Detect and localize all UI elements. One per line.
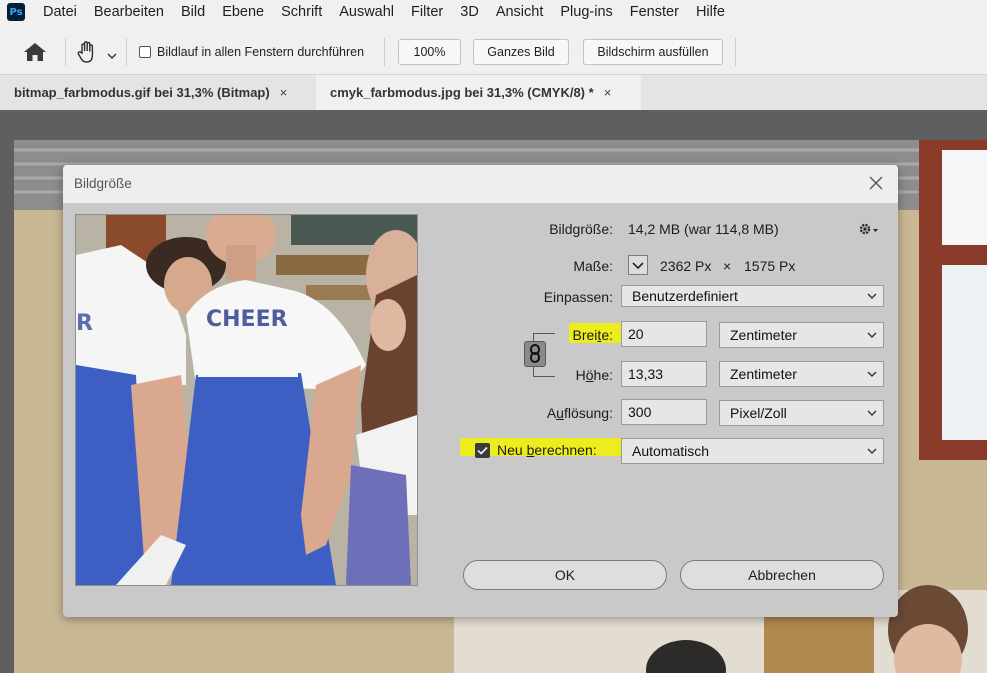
height-input[interactable]: 13,33 — [621, 361, 707, 387]
resample-label: Neu berechnen: — [497, 442, 597, 458]
resolution-label: Auflösung: — [546, 405, 613, 421]
close-icon[interactable] — [866, 173, 886, 193]
chevron-down-icon — [867, 293, 877, 299]
image-size-label: Bildgröße: — [549, 221, 613, 237]
separator — [126, 38, 127, 66]
dialog-title-bar: Bildgröße — [63, 165, 898, 203]
menu-ebene[interactable]: Ebene — [214, 0, 273, 24]
checkmark-icon — [477, 446, 488, 455]
chevron-down-icon — [867, 371, 877, 377]
width-input[interactable]: 20 — [621, 321, 707, 347]
chevron-down-icon[interactable] — [107, 47, 117, 59]
menu-fenster[interactable]: Fenster — [622, 0, 688, 24]
menu-ansicht[interactable]: Ansicht — [488, 0, 553, 24]
resolution-input[interactable]: 300 — [621, 399, 707, 425]
checkbox-box[interactable] — [139, 46, 151, 58]
dialog-title: Bildgröße — [74, 176, 132, 191]
hand-tool-icon[interactable] — [74, 39, 100, 65]
tab-label: bitmap_farbmodus.gif bei 31,3% (Bitmap) — [14, 85, 270, 100]
zoom-100-button[interactable]: 100% — [398, 39, 461, 65]
height-label: Höhe: — [575, 367, 613, 383]
menu-auswahl[interactable]: Auswahl — [331, 0, 403, 24]
dimensions-width: 2362 Px — [660, 258, 712, 274]
dimensions-dropdown[interactable] — [628, 255, 648, 275]
menu-datei[interactable]: Datei — [35, 0, 86, 24]
menu-schrift[interactable]: Schrift — [273, 0, 331, 24]
width-unit-value: Zentimeter — [730, 327, 797, 343]
dimensions-height: 1575 Px — [744, 258, 796, 274]
tab-label: cmyk_farbmodus.jpg bei 31,3% (CMYK/8) * — [330, 85, 594, 100]
tab-cmyk-farbmodus[interactable]: cmyk_farbmodus.jpg bei 31,3% (CMYK/8) * … — [316, 75, 641, 110]
ok-button[interactable]: OK — [463, 560, 667, 590]
document-tab-bar: bitmap_farbmodus.gif bei 31,3% (Bitmap) … — [0, 75, 987, 110]
separator — [735, 38, 736, 66]
resolution-unit-value: Pixel/Zoll — [730, 405, 787, 421]
close-icon[interactable]: × — [604, 85, 612, 100]
dimensions-times: × — [723, 258, 732, 274]
chevron-down-icon — [867, 448, 877, 454]
home-icon[interactable] — [22, 41, 48, 63]
resolution-unit-select[interactable]: Pixel/Zoll — [719, 400, 884, 426]
menu-3d[interactable]: 3D — [452, 0, 488, 24]
resample-method-value: Automatisch — [632, 443, 710, 459]
menu-bar: Ps Datei Bearbeiten Bild Ebene Schrift A… — [0, 0, 987, 24]
menu-hilfe[interactable]: Hilfe — [688, 0, 734, 24]
chevron-down-icon — [632, 262, 644, 270]
image-preview[interactable]: R CHEER — [75, 214, 418, 586]
fit-select[interactable]: Benutzerdefiniert — [621, 285, 884, 307]
fill-screen-button[interactable]: Bildschirm ausfüllen — [583, 39, 723, 65]
fit-label: Einpassen: — [543, 289, 613, 305]
cancel-button[interactable]: Abbrechen — [680, 560, 884, 590]
image-size-dialog: Bildgröße R CHEER Bildgröße: 14,2 MB (wa… — [63, 165, 898, 617]
resample-method-select[interactable]: Automatisch — [621, 438, 884, 464]
shirt-text-left: R — [76, 311, 93, 336]
menu-bild[interactable]: Bild — [173, 0, 214, 24]
width-unit-select[interactable]: Zentimeter — [719, 322, 884, 348]
dimensions-label: Maße: — [573, 258, 613, 274]
height-unit-value: Zentimeter — [730, 366, 797, 382]
fit-value: Benutzerdefiniert — [632, 288, 738, 304]
separator — [384, 38, 385, 66]
menu-plugins[interactable]: Plug-ins — [552, 0, 621, 24]
chevron-down-icon — [867, 410, 877, 416]
link-chain-icon[interactable] — [524, 341, 546, 367]
separator — [65, 38, 66, 66]
chevron-down-icon — [867, 332, 877, 338]
menu-filter[interactable]: Filter — [403, 0, 452, 24]
tab-bitmap-farbmodus[interactable]: bitmap_farbmodus.gif bei 31,3% (Bitmap) … — [0, 75, 316, 110]
photoshop-logo-icon: Ps — [7, 3, 25, 21]
options-bar: Bildlauf in allen Fenstern durchführen 1… — [0, 30, 987, 75]
menu-bearbeiten[interactable]: Bearbeiten — [86, 0, 173, 24]
shirt-text: CHEER — [206, 307, 288, 332]
fit-screen-button[interactable]: Ganzes Bild — [473, 39, 569, 65]
image-size-value: 14,2 MB (war 114,8 MB) — [628, 221, 779, 237]
gear-icon[interactable] — [858, 221, 880, 237]
resample-checkbox[interactable] — [475, 443, 490, 458]
scroll-all-windows-checkbox[interactable]: Bildlauf in allen Fenstern durchführen — [139, 45, 364, 59]
width-label: Breite: — [572, 327, 613, 343]
height-unit-select[interactable]: Zentimeter — [719, 361, 884, 387]
scroll-all-windows-label: Bildlauf in allen Fenstern durchführen — [157, 45, 365, 59]
close-icon[interactable]: × — [280, 85, 288, 100]
